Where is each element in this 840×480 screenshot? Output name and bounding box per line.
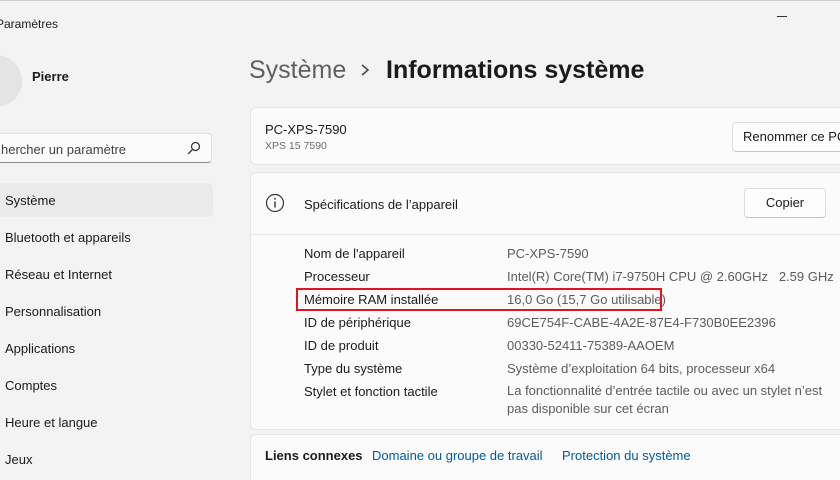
spec-label: ID de périphérique (304, 315, 411, 330)
link-domaine-groupe[interactable]: Domaine ou groupe de travail (372, 448, 543, 463)
pc-model: XPS 15 7590 (265, 140, 327, 152)
sidebar-item-label: Heure et langue (5, 415, 98, 430)
spec-value: La fonctionnalité d’entrée tactile ou av… (507, 383, 823, 416)
spec-value: Intel(R) Core(TM) i7-9750H CPU @ 2.60GHz… (507, 269, 834, 284)
sidebar-item-comptes[interactable]: Comptes (0, 368, 213, 402)
related-links-label: Liens connexes (265, 448, 363, 463)
sidebar-item-applications[interactable]: Applications (0, 331, 213, 365)
sidebar-item-personnalisation[interactable]: Personnalisation (0, 294, 213, 328)
chevron-right-icon (361, 64, 370, 76)
search-icon[interactable] (187, 141, 201, 155)
spec-value: Système d’exploitation 64 bits, processe… (507, 361, 776, 376)
specs-title[interactable]: Spécifications de l’appareil (304, 197, 458, 212)
sidebar-item-label: Jeux (5, 452, 33, 467)
spec-value: 00330-52411-75389-AAOEM (507, 338, 675, 353)
page-title: Informations système (386, 56, 645, 84)
spec-label: Processeur (304, 269, 370, 284)
window-title: Paramètres (0, 17, 59, 31)
sidebar-item-systeme[interactable]: Système (0, 183, 213, 217)
sidebar-item-bluetooth[interactable]: Bluetooth et appareils (0, 220, 213, 254)
info-icon (265, 193, 285, 213)
sidebar-item-label: Comptes (5, 378, 58, 393)
title-bar: Paramètres (0, 1, 840, 45)
sidebar-item-label: Applications (5, 341, 76, 356)
spec-label: Stylet et fonction tactile (304, 384, 438, 399)
link-protection-systeme[interactable]: Protection du système (562, 448, 691, 463)
settings-window: Paramètres Pierre Système Bluetooth et a… (0, 0, 840, 480)
divider (250, 234, 840, 235)
spec-label: Type du système (304, 361, 403, 376)
sidebar-item-label: Système (5, 193, 56, 208)
sidebar-item-jeux[interactable]: Jeux (0, 442, 213, 476)
spec-label: ID de produit (304, 338, 379, 353)
copy-button[interactable]: Copier (744, 188, 826, 218)
avatar[interactable] (0, 55, 22, 107)
search-box[interactable] (0, 133, 212, 163)
profile-name: Pierre (32, 69, 69, 84)
minimize-icon[interactable] (777, 9, 789, 23)
search-input[interactable] (1, 140, 181, 158)
sidebar-item-reseau[interactable]: Réseau et Internet (0, 257, 213, 291)
ram-highlight-box (296, 288, 662, 311)
sidebar-item-label: Bluetooth et appareils (5, 230, 131, 245)
spec-value: PC-XPS-7590 (507, 246, 589, 261)
sidebar-item-label: Personnalisation (5, 304, 102, 319)
sidebar-item-label: Réseau et Internet (5, 267, 112, 282)
breadcrumb-parent[interactable]: Système (249, 56, 346, 85)
sidebar-item-heure-langue[interactable]: Heure et langue (0, 405, 213, 439)
spec-label: Nom de l'appareil (304, 246, 405, 261)
spec-value: 69CE754F-CABE-4A2E-87E4-F730B0EE2396 (507, 315, 776, 330)
rename-pc-button[interactable]: Renommer ce PC (732, 122, 840, 152)
pc-name: PC-XPS-7590 (265, 122, 347, 137)
